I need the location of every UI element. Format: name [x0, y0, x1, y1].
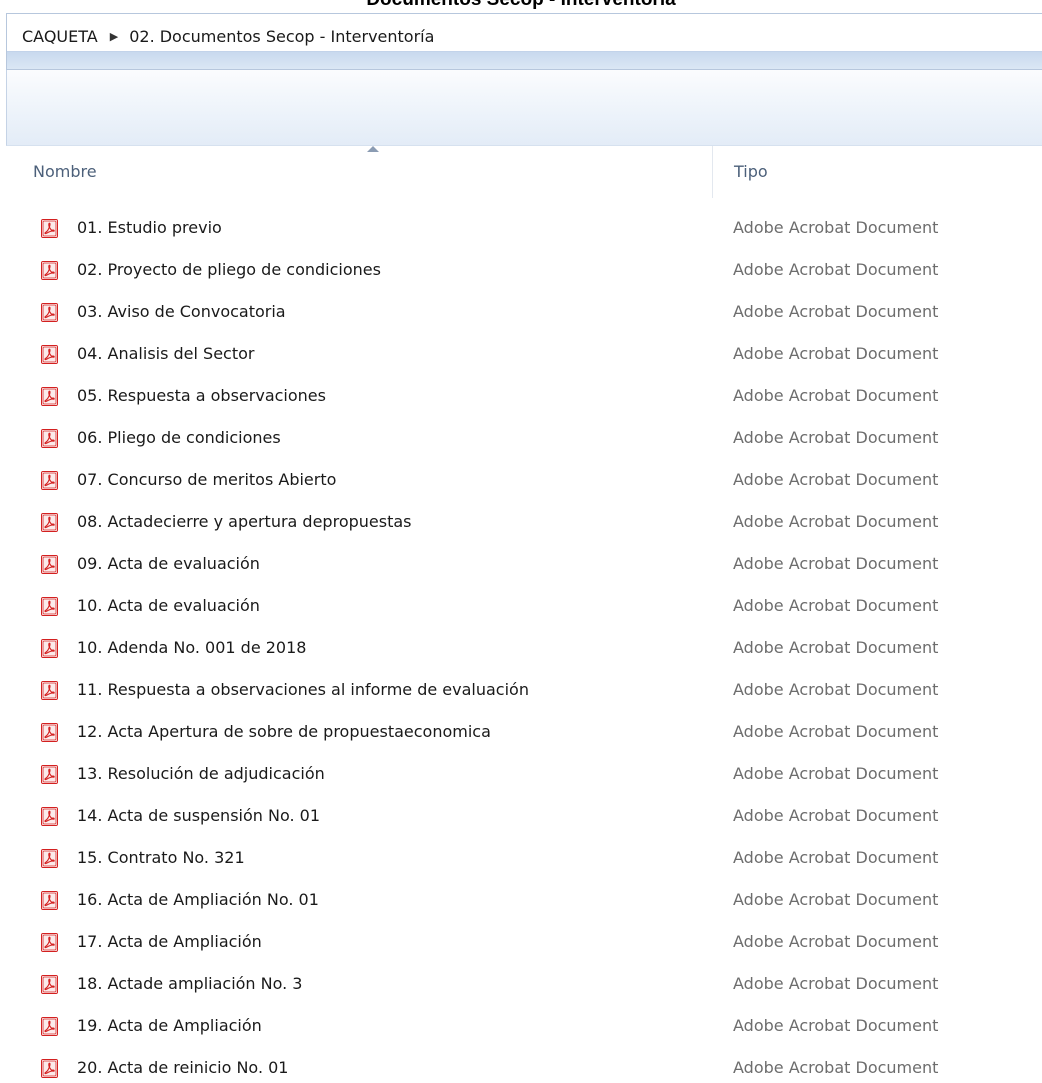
file-type: Adobe Acrobat Document [733, 260, 939, 279]
pdf-file-icon [41, 807, 58, 826]
file-list: 01. Estudio previo Adobe Acrobat Document… [0, 208, 1042, 1083]
list-item[interactable]: 10. Acta de evaluación Adobe Acrobat Docu… [0, 586, 1042, 628]
pdf-file-icon [41, 1059, 58, 1078]
pdf-file-icon [41, 219, 58, 238]
file-type: Adobe Acrobat Document [733, 428, 939, 447]
list-item[interactable]: 06. Pliego de condiciones Adobe Acrobat D… [0, 418, 1042, 460]
pdf-file-icon [41, 513, 58, 532]
list-item[interactable]: 08. Actadecierre y apertura depropuestas… [0, 502, 1042, 544]
file-type: Adobe Acrobat Document [733, 302, 939, 321]
file-name[interactable]: 17. Acta de Ampliación [77, 932, 262, 951]
file-name[interactable]: 15. Contrato No. 321 [77, 848, 245, 867]
breadcrumb: CAQUETA ▶ 02. Documentos Secop - Interve… [7, 18, 1042, 54]
file-type: Adobe Acrobat Document [733, 470, 939, 489]
file-type: Adobe Acrobat Document [733, 554, 939, 573]
address-bar-strip [7, 51, 1042, 69]
sort-ascending-icon [367, 146, 379, 152]
toolbar [6, 70, 1042, 146]
pdf-file-icon [41, 765, 58, 784]
list-item[interactable]: 02. Proyecto de pliego de condiciones Ado… [0, 250, 1042, 292]
pdf-file-icon [41, 681, 58, 700]
file-name[interactable]: 18. Actade ampliación No. 3 [77, 974, 302, 993]
pdf-file-icon [41, 1017, 58, 1036]
list-item[interactable]: 11. Respuesta a observaciones al informe… [0, 670, 1042, 712]
list-item[interactable]: 10. Adenda No. 001 de 2018 Adobe Acrobat … [0, 628, 1042, 670]
chevron-right-icon[interactable]: ▶ [110, 30, 118, 43]
pdf-file-icon [41, 723, 58, 742]
pdf-file-icon [41, 303, 58, 322]
pdf-file-icon [41, 387, 58, 406]
file-type: Adobe Acrobat Document [733, 890, 939, 909]
file-name[interactable]: 06. Pliego de condiciones [77, 428, 281, 447]
pdf-file-icon [41, 849, 58, 868]
file-name[interactable]: 03. Aviso de Convocatoria [77, 302, 286, 321]
file-type: Adobe Acrobat Document [733, 974, 939, 993]
column-header-type[interactable]: Tipo [734, 162, 768, 181]
list-item[interactable]: 12. Acta Apertura de sobre de propuestae… [0, 712, 1042, 754]
pdf-file-icon [41, 933, 58, 952]
file-name[interactable]: 10. Acta de evaluación [77, 596, 260, 615]
pdf-file-icon [41, 639, 58, 658]
file-name[interactable]: 20. Acta de reinicio No. 01 [77, 1058, 288, 1077]
list-item[interactable]: 09. Acta de evaluación Adobe Acrobat Docu… [0, 544, 1042, 586]
file-type: Adobe Acrobat Document [733, 1058, 939, 1077]
file-type: Adobe Acrobat Document [733, 512, 939, 531]
file-type: Adobe Acrobat Document [733, 344, 939, 363]
pdf-file-icon [41, 345, 58, 364]
file-name[interactable]: 01. Estudio previo [77, 218, 222, 237]
pdf-file-icon [41, 429, 58, 448]
file-name[interactable]: 07. Concurso de meritos Abierto [77, 470, 336, 489]
pdf-file-icon [41, 555, 58, 574]
list-item[interactable]: 05. Respuesta a observaciones Adobe Acrob… [0, 376, 1042, 418]
file-name[interactable]: 04. Analisis del Sector [77, 344, 254, 363]
list-item[interactable]: 04. Analisis del Sector Adobe Acrobat Doc… [0, 334, 1042, 376]
list-item[interactable]: 17. Acta de Ampliación Adobe Acrobat Docu… [0, 922, 1042, 964]
file-type: Adobe Acrobat Document [733, 638, 939, 657]
file-name[interactable]: 13. Resolución de adjudicación [77, 764, 325, 783]
list-item[interactable]: 13. Resolución de adjudicación Adobe Acro… [0, 754, 1042, 796]
file-type: Adobe Acrobat Document [733, 218, 939, 237]
pdf-file-icon [41, 975, 58, 994]
file-type: Adobe Acrobat Document [733, 1016, 939, 1035]
file-type: Adobe Acrobat Document [733, 806, 939, 825]
list-item[interactable]: 16. Acta de Ampliación No. 01 Adobe Acrob… [0, 880, 1042, 922]
file-type: Adobe Acrobat Document [733, 680, 939, 699]
file-name[interactable]: 10. Adenda No. 001 de 2018 [77, 638, 306, 657]
pdf-file-icon [41, 471, 58, 490]
breadcrumb-item-current-folder[interactable]: 02. Documentos Secop - Interventoría [129, 27, 434, 46]
file-type: Adobe Acrobat Document [733, 764, 939, 783]
pdf-file-icon [41, 261, 58, 280]
list-item[interactable]: 19. Acta de Ampliación Adobe Acrobat Docu… [0, 1006, 1042, 1048]
list-item[interactable]: 15. Contrato No. 321 Adobe Acrobat Docume… [0, 838, 1042, 880]
list-item[interactable]: 18. Actade ampliación No. 3 Adobe Acrobat… [0, 964, 1042, 1006]
pdf-file-icon [41, 891, 58, 910]
address-bar[interactable]: CAQUETA ▶ 02. Documentos Secop - Interve… [6, 13, 1042, 70]
list-item[interactable]: 07. Concurso de meritos Abierto Adobe Acr… [0, 460, 1042, 502]
column-header-name[interactable]: Nombre [33, 162, 97, 181]
file-name[interactable]: 02. Proyecto de pliego de condiciones [77, 260, 381, 279]
file-type: Adobe Acrobat Document [733, 386, 939, 405]
file-name[interactable]: 11. Respuesta a observaciones al informe… [77, 680, 529, 699]
file-name[interactable]: 19. Acta de Ampliación [77, 1016, 262, 1035]
column-divider[interactable] [712, 146, 713, 198]
file-type: Adobe Acrobat Document [733, 848, 939, 867]
file-name[interactable]: 09. Acta de evaluación [77, 554, 260, 573]
file-name[interactable]: 08. Actadecierre y apertura depropuestas [77, 512, 412, 531]
file-name[interactable]: 05. Respuesta a observaciones [77, 386, 326, 405]
column-header-row: Nombre Tipo [6, 146, 1042, 198]
file-name[interactable]: 16. Acta de Ampliación No. 01 [77, 890, 319, 909]
document-title: Documentos Secop - Interventoría [0, 0, 1042, 11]
list-item[interactable]: 14. Acta de suspensión No. 01 Adobe Acrob… [0, 796, 1042, 838]
file-type: Adobe Acrobat Document [733, 722, 939, 741]
list-item[interactable]: 01. Estudio previo Adobe Acrobat Document [0, 208, 1042, 250]
file-name[interactable]: 12. Acta Apertura de sobre de propuestae… [77, 722, 491, 741]
file-name[interactable]: 14. Acta de suspensión No. 01 [77, 806, 320, 825]
list-item[interactable]: 20. Acta de reinicio No. 01 Adobe Acrobat… [0, 1048, 1042, 1083]
file-type: Adobe Acrobat Document [733, 932, 939, 951]
list-item[interactable]: 03. Aviso de Convocatoria Adobe Acrobat D… [0, 292, 1042, 334]
pdf-file-icon [41, 597, 58, 616]
file-type: Adobe Acrobat Document [733, 596, 939, 615]
explorer-window: Documentos Secop - Interventoría CAQUETA… [0, 0, 1042, 1083]
breadcrumb-item-caqueta[interactable]: CAQUETA [22, 27, 98, 46]
